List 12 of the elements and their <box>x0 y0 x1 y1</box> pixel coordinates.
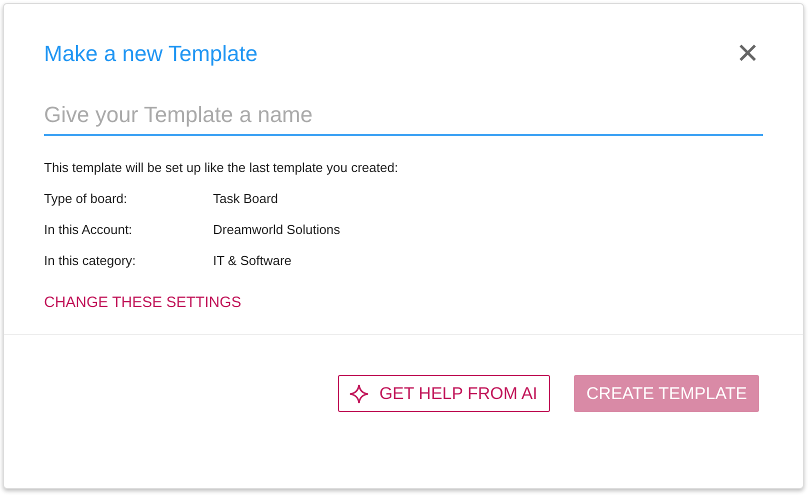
intro-text: This template will be set up like the last template you created: <box>44 160 400 175</box>
setting-value: IT & Software <box>213 253 292 268</box>
dialog-title: Make a new Template <box>44 41 258 67</box>
setting-label: In this Account: <box>44 222 134 237</box>
setting-label: In this category: <box>44 253 137 268</box>
setting-value: Dreamworld Solutions <box>213 222 340 237</box>
setting-label: Type of board: <box>44 191 128 206</box>
setting-value: Task Board <box>213 191 278 206</box>
sparkle-icon <box>349 384 370 404</box>
change-settings-link[interactable]: CHANGE THESE SETTINGS <box>44 294 242 311</box>
close-button[interactable]: ✕ <box>736 40 759 68</box>
ai-help-button[interactable]: GET HELP FROM AI <box>338 375 550 412</box>
